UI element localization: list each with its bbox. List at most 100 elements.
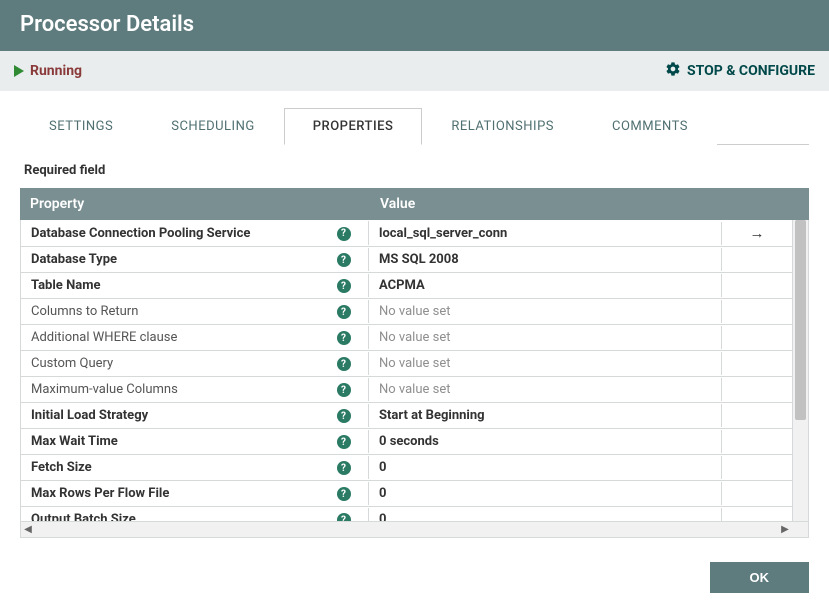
property-row: Table Name? ACPMA [21, 273, 792, 299]
column-header-property: Property [20, 188, 370, 220]
property-help[interactable]: ? [329, 248, 369, 272]
tab-bar: SETTINGS SCHEDULING PROPERTIES RELATIONS… [20, 107, 809, 145]
property-help[interactable]: ? [329, 404, 369, 428]
property-help[interactable]: ? [329, 274, 369, 298]
goto-arrow-icon[interactable]: → [750, 224, 765, 242]
property-name: Additional WHERE clause [21, 326, 329, 349]
property-row: Additional WHERE clause? No value set [21, 325, 792, 351]
property-row: Max Rows Per Flow File? 0 [21, 481, 792, 507]
column-header-value: Value [370, 188, 739, 220]
property-action [722, 412, 792, 420]
help-icon: ? [337, 331, 351, 345]
dialog-body: SETTINGS SCHEDULING PROPERTIES RELATIONS… [0, 91, 829, 538]
help-icon: ? [337, 305, 351, 319]
property-help[interactable]: ? [329, 326, 369, 350]
dialog-header: Processor Details [0, 0, 829, 51]
property-row: Database Connection Pooling Service? loca… [21, 220, 792, 247]
property-name: Database Type [21, 248, 329, 271]
property-row: Max Wait Time? 0 seconds [21, 429, 792, 455]
tab-comments[interactable]: COMMENTS [583, 108, 717, 145]
help-icon: ? [337, 461, 351, 475]
property-name: Columns to Return [21, 300, 329, 323]
property-name: Initial Load Strategy [21, 404, 329, 427]
help-icon: ? [337, 227, 351, 241]
vertical-scrollbar-thumb[interactable] [795, 220, 806, 420]
help-icon: ? [337, 409, 351, 423]
hscroll-track[interactable] [35, 522, 778, 537]
vertical-scrollbar[interactable] [793, 220, 809, 522]
help-icon: ? [337, 487, 351, 501]
tab-properties[interactable]: PROPERTIES [284, 108, 423, 145]
property-row: Database Type? MS SQL 2008 [21, 247, 792, 273]
property-help[interactable]: ? [329, 352, 369, 376]
status-label: Running [30, 63, 82, 79]
property-action [722, 490, 792, 498]
property-value[interactable]: 0 seconds [369, 430, 722, 453]
property-help[interactable]: ? [329, 456, 369, 480]
dialog-title: Processor Details [20, 12, 194, 37]
property-value[interactable]: MS SQL 2008 [369, 248, 722, 271]
property-value[interactable]: local_sql_server_conn [369, 222, 722, 245]
help-icon: ? [337, 435, 351, 449]
stop-configure-label: STOP & CONFIGURE [687, 63, 815, 79]
processor-status: Running [14, 63, 82, 79]
property-action [722, 360, 792, 368]
help-icon: ? [337, 253, 351, 267]
status-bar: Running STOP & CONFIGURE [0, 51, 829, 91]
property-row: Fetch Size? 0 [21, 455, 792, 481]
property-name: Max Rows Per Flow File [21, 482, 329, 505]
property-action [722, 256, 792, 264]
property-help[interactable]: ? [329, 430, 369, 454]
property-row: Maximum-value Columns? No value set [21, 377, 792, 403]
property-action[interactable]: → [722, 220, 792, 246]
property-name: Max Wait Time [21, 430, 329, 453]
property-row: Output Batch Size?0 [21, 507, 792, 522]
property-name: Output Batch Size [21, 508, 329, 522]
property-value[interactable]: Start at Beginning [369, 404, 722, 427]
tab-scheduling[interactable]: SCHEDULING [142, 108, 283, 145]
property-value[interactable]: ACPMA [369, 274, 722, 297]
property-action [722, 308, 792, 316]
property-value[interactable]: No value set [369, 378, 722, 401]
horizontal-scrollbar[interactable]: ◀ ▶ [20, 522, 809, 538]
property-row: Columns to Return? No value set [21, 299, 792, 325]
stop-configure-button[interactable]: STOP & CONFIGURE [665, 61, 815, 81]
property-row: Custom Query? No value set [21, 351, 792, 377]
property-action [722, 282, 792, 290]
property-name: Maximum-value Columns [21, 378, 329, 401]
required-field-label: Required field [20, 145, 809, 188]
hscroll-right-icon[interactable]: ▶ [778, 524, 792, 535]
help-icon: ? [337, 383, 351, 397]
property-value[interactable]: 0 [369, 456, 722, 479]
property-row: Initial Load Strategy? Start at Beginning [21, 403, 792, 429]
property-value[interactable]: No value set [369, 300, 722, 323]
property-help[interactable]: ? [329, 508, 369, 522]
property-action [722, 438, 792, 446]
ok-button[interactable]: OK [710, 562, 810, 593]
dialog-footer: OK [0, 538, 829, 605]
properties-table-body: Database Connection Pooling Service? loca… [20, 220, 793, 522]
property-help[interactable]: ? [329, 378, 369, 402]
property-action [722, 386, 792, 394]
property-value[interactable]: 0 [369, 508, 722, 522]
property-help[interactable]: ? [329, 482, 369, 506]
property-name: Custom Query [21, 352, 329, 375]
properties-table-header: Property Value [20, 188, 809, 220]
property-help[interactable]: ? [329, 221, 369, 245]
property-value[interactable]: No value set [369, 352, 722, 375]
column-header-action [739, 188, 809, 220]
properties-table-wrap: Database Connection Pooling Service? loca… [20, 220, 809, 522]
property-name: Fetch Size [21, 456, 329, 479]
property-name: Table Name [21, 274, 329, 297]
property-help[interactable]: ? [329, 300, 369, 324]
help-icon: ? [337, 279, 351, 293]
gear-icon [665, 61, 681, 81]
help-icon: ? [337, 357, 351, 371]
hscroll-left-icon[interactable]: ◀ [21, 524, 35, 535]
property-value[interactable]: No value set [369, 326, 722, 349]
tab-relationships[interactable]: RELATIONSHIPS [422, 108, 583, 145]
property-value[interactable]: 0 [369, 482, 722, 505]
property-action [722, 464, 792, 472]
tab-settings[interactable]: SETTINGS [20, 108, 142, 145]
property-name: Database Connection Pooling Service [21, 222, 329, 245]
